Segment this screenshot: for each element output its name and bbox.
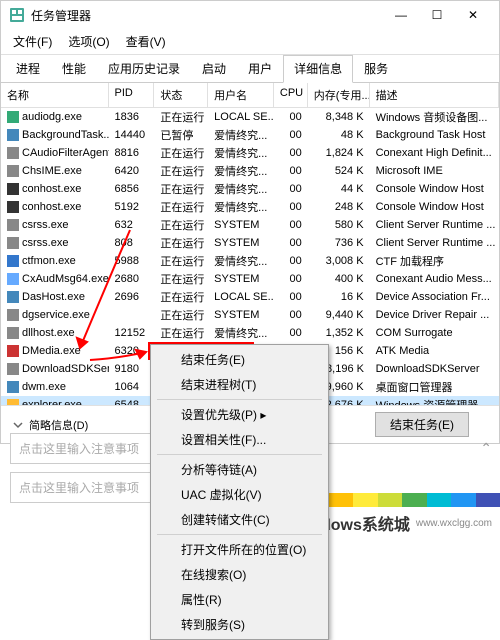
context-menu-item[interactable]: 创建转储文件(C) xyxy=(153,507,326,532)
context-menu-item[interactable]: 分析等待链(A) xyxy=(153,457,326,482)
context-menu: 结束任务(E)结束进程树(T) 设置优先级(P) ▸设置相关性(F)... 分析等待… xyxy=(150,344,329,640)
context-menu-item[interactable]: 设置优先级(P) ▸ xyxy=(153,402,326,427)
context-menu-item[interactable]: 属性(R) xyxy=(153,587,326,612)
context-menu-item[interactable]: 设置相关性(F)... xyxy=(153,427,326,452)
context-menu-item[interactable]: 结束任务(E) xyxy=(153,347,326,372)
menu-separator xyxy=(157,454,322,455)
context-menu-item[interactable]: UAC 虚拟化(V) xyxy=(153,482,326,507)
context-menu-item[interactable]: 在线搜索(O) xyxy=(153,562,326,587)
menu-separator xyxy=(157,534,322,535)
context-menu-item[interactable]: 转到服务(S) xyxy=(153,612,326,637)
menu-separator xyxy=(157,399,322,400)
context-menu-item[interactable]: 结束进程树(T) xyxy=(153,372,326,397)
context-menu-item[interactable]: 打开文件所在的位置(O) xyxy=(153,537,326,562)
